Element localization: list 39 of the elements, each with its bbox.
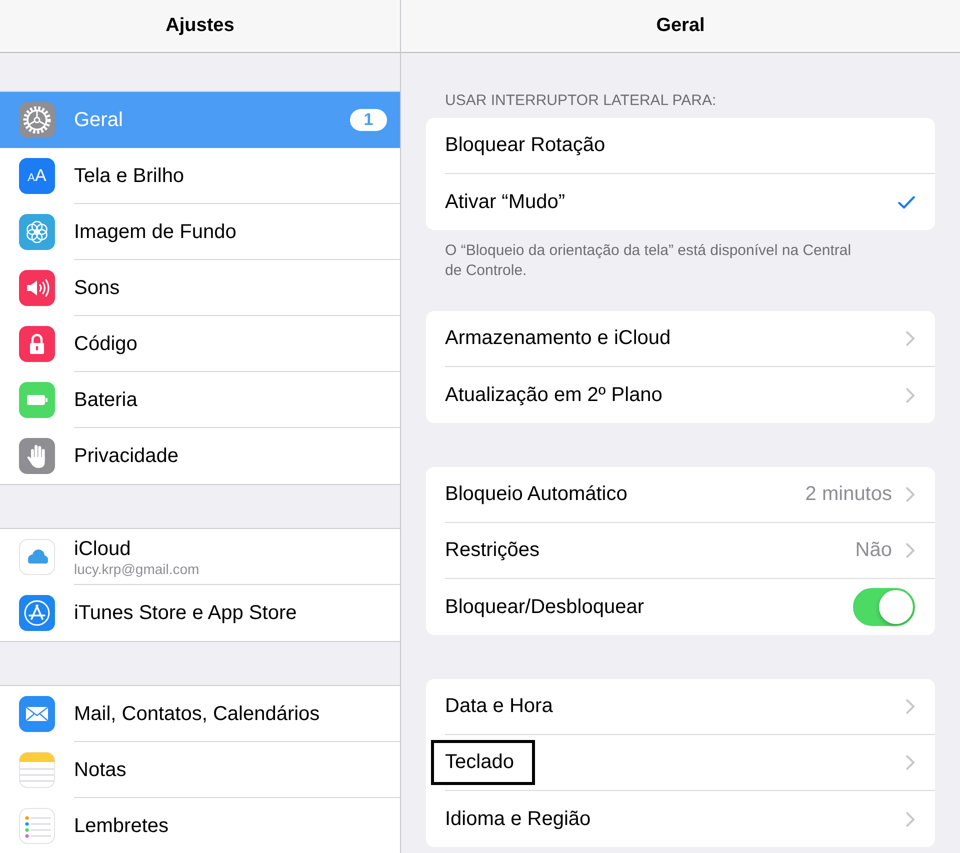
checklist-icon xyxy=(19,808,55,844)
settings-row[interactable]: Data e Hora xyxy=(426,679,935,735)
panel-title: Ajustes xyxy=(166,15,234,37)
section-header: USAR INTERRUPTOR LATERAL PARA: xyxy=(444,91,718,111)
toggle-switch[interactable] xyxy=(853,588,915,626)
settings-row[interactable]: Restrições Não xyxy=(426,523,935,579)
cloud-icon xyxy=(19,539,55,575)
chevron-icon xyxy=(906,487,915,502)
option-row[interactable]: Bloquear Rotação xyxy=(426,118,935,174)
circled-a-icon xyxy=(19,595,55,631)
flower-icon xyxy=(19,214,55,250)
account-email: lucy.krp@gmail.com xyxy=(74,560,200,576)
settings-row[interactable]: Armazenamento e iCloud xyxy=(426,311,935,367)
section-footer: O “Bloqueio da orientação da tela” está disponível na Central de Controle. xyxy=(426,230,935,281)
settings-row[interactable]: Idioma e Região xyxy=(426,791,935,847)
settings-row[interactable]: Teclado xyxy=(426,735,935,791)
row-value: Não xyxy=(855,539,892,562)
text-size-icon: AA xyxy=(19,158,55,194)
chevron-icon xyxy=(906,331,915,346)
checkmark-icon xyxy=(898,196,915,208)
chevron-icon xyxy=(906,388,915,402)
settings-row[interactable]: Bloqueio Automático 2 minutos xyxy=(426,467,935,523)
lock-icon xyxy=(19,326,55,362)
chevron-icon xyxy=(906,812,915,826)
settings-row[interactable]: Atualização em 2º Plano xyxy=(426,367,935,423)
option-row[interactable]: Ativar “Mudo” xyxy=(426,174,935,230)
battery-icon xyxy=(19,382,55,418)
gear-icon xyxy=(19,102,55,138)
chevron-icon xyxy=(906,543,915,558)
panel-title: Geral xyxy=(656,15,705,37)
envelope-icon xyxy=(19,696,55,732)
chevron-icon xyxy=(906,755,915,770)
speaker-icon xyxy=(19,270,55,306)
row-label: Bloquear/Desbloquear xyxy=(445,596,644,618)
notification-badge: 1 xyxy=(350,108,387,130)
hand-icon xyxy=(19,438,55,474)
chevron-icon xyxy=(906,699,915,714)
notepad-icon xyxy=(19,752,55,788)
row-value: 2 minutos xyxy=(805,483,892,506)
